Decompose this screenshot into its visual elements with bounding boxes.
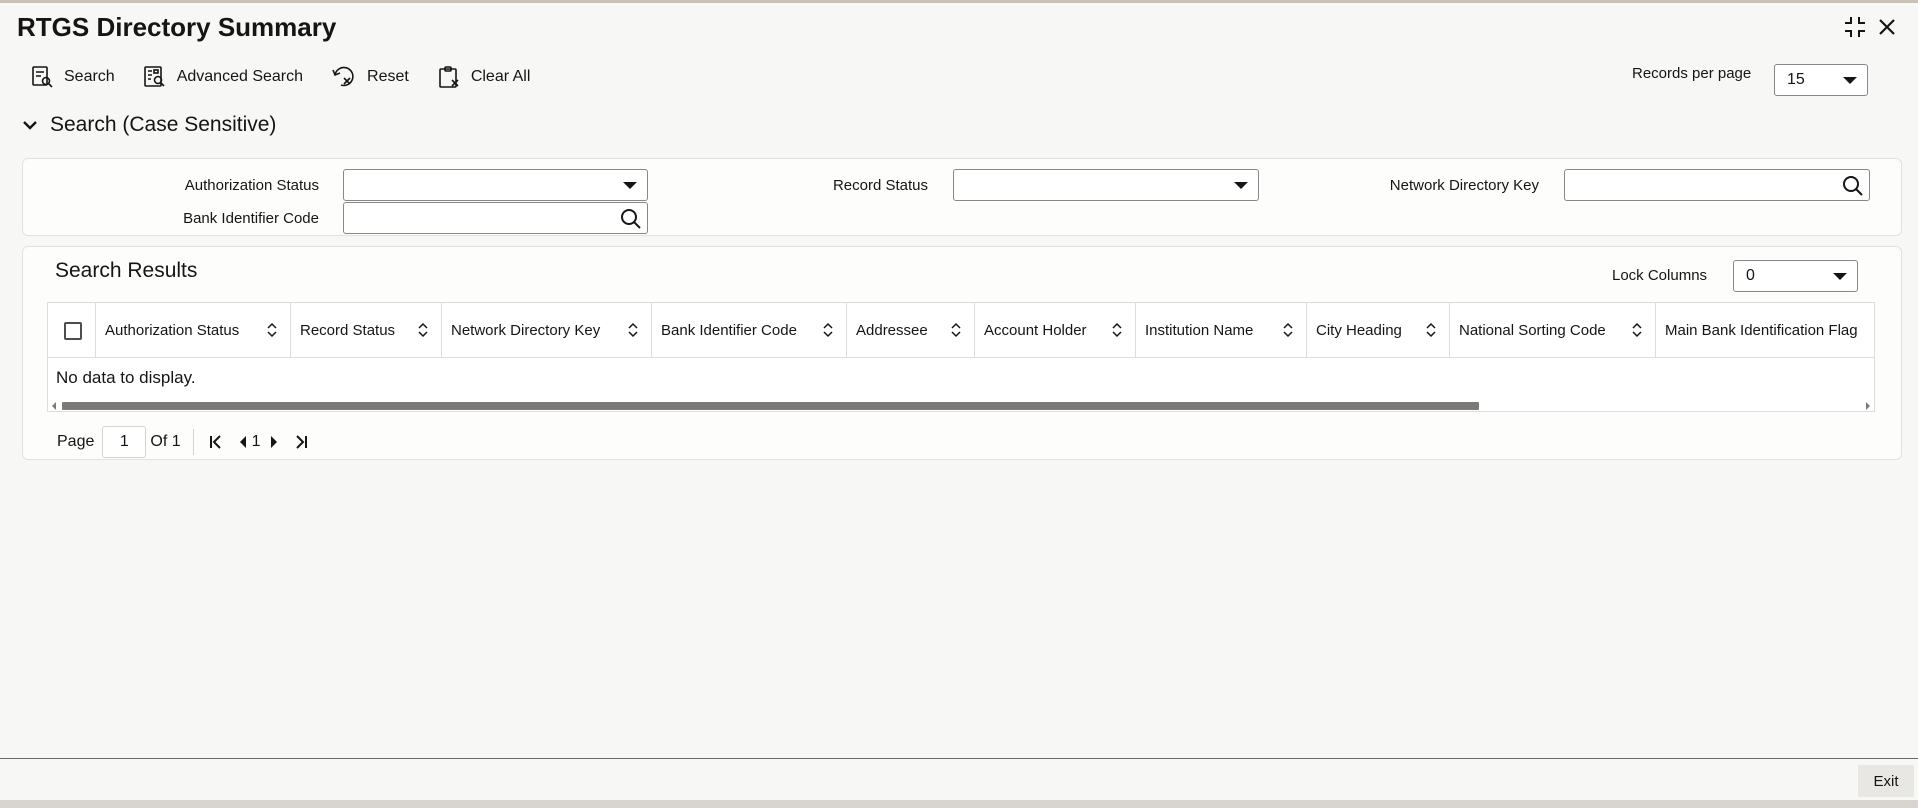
search-icon[interactable] [1841,174,1865,198]
search-section-toggle[interactable]: Search (Case Sensitive) [22,113,276,137]
sort-icon[interactable] [1111,322,1123,338]
empty-message: No data to display. [56,368,196,387]
column-header-network-directory-key[interactable]: Network Directory Key [442,303,652,358]
maximize-icon[interactable] [1842,14,1868,40]
lock-columns-value: 0 [1746,267,1755,284]
clear-all-button-label: Clear All [470,68,531,85]
exit-button[interactable]: Exit [1858,765,1914,797]
column-header-addressee[interactable]: Addressee [847,303,975,358]
bank-identifier-code-label: Bank Identifier Code [183,210,319,227]
column-label: Institution Name [1145,322,1254,339]
chevron-down-icon [1843,77,1857,84]
last-page-button[interactable] [293,434,309,450]
first-page-icon [209,435,221,449]
column-label: Account Holder [984,322,1087,339]
column-header-national-sorting-code[interactable]: National Sorting Code [1450,303,1656,358]
advanced-search-icon [143,66,165,87]
column-label: Addressee [856,322,928,339]
sort-icon[interactable] [822,322,834,338]
scrollbar-thumb[interactable] [62,402,1479,410]
select-all-column [48,303,96,358]
sort-icon[interactable] [1425,322,1437,338]
pagination: Page 1 Of 1 1 [57,425,309,459]
top-border [0,0,1918,3]
reset-button-label: Reset [367,68,409,85]
search-doc-icon [32,66,53,88]
chevron-down-icon [1234,182,1248,189]
column-label: Record Status [300,322,396,339]
advanced-search-button[interactable]: Advanced Search [143,65,303,89]
last-page-icon [295,435,307,449]
clear-all-button[interactable]: Clear All [437,65,531,89]
next-page-icon [270,436,277,448]
column-label: Bank Identifier Code [661,322,797,339]
authorization-status-label: Authorization Status [184,177,319,194]
page-number-input[interactable]: 1 [102,426,147,458]
authorization-status-select[interactable] [343,169,648,201]
clear-all-icon [439,66,459,88]
column-header-authorization-status[interactable]: Authorization Status [96,303,291,358]
close-icon[interactable] [1874,14,1900,40]
column-label: Main Bank Identification Flag [1665,322,1858,339]
column-label: City Heading [1316,322,1402,339]
sort-icon[interactable] [266,322,278,338]
lock-columns-select[interactable]: 0 [1733,260,1858,292]
previous-page-button[interactable] [238,435,248,449]
search-button[interactable]: Search [30,65,115,89]
toolbar: Search Advanced Search Reset Clear All [30,62,558,92]
column-header-record-status[interactable]: Record Status [291,303,442,358]
current-page-number: 1 [251,433,261,450]
sort-icon[interactable] [950,322,962,338]
record-status-label: Record Status [832,177,928,194]
lock-columns-label: Lock Columns [1612,267,1708,284]
search-panel: Authorization Status Record Status Netwo… [22,158,1902,236]
sort-icon[interactable] [1282,322,1294,338]
column-label: National Sorting Code [1459,322,1606,339]
column-header-institution-name[interactable]: Institution Name [1136,303,1307,358]
network-directory-key-label: Network Directory Key [1389,177,1539,194]
column-header-bank-identifier-code[interactable]: Bank Identifier Code [652,303,847,358]
column-label: Authorization Status [105,322,240,339]
records-per-page-select[interactable]: 15 [1774,64,1868,96]
sort-icon[interactable] [417,322,429,338]
reset-icon [332,66,354,87]
advanced-search-button-label: Advanced Search [176,68,304,85]
page-label: Page [57,433,95,450]
chevron-down-icon [23,121,37,130]
column-header-city-heading[interactable]: City Heading [1307,303,1450,358]
records-per-page-label: Records per page [1632,65,1752,82]
reset-button[interactable]: Reset [331,65,409,89]
scroll-right-icon[interactable] [1864,401,1872,411]
footer-divider [0,758,1918,759]
bottom-band [0,800,1918,808]
horizontal-scrollbar[interactable] [48,398,1874,411]
next-page-button[interactable] [269,435,279,449]
column-header-main-bank-identification-flag[interactable]: Main Bank Identification Flag [1656,303,1874,358]
records-per-page-value: 15 [1787,71,1805,88]
sort-icon[interactable] [627,322,639,338]
previous-page-icon [239,436,246,448]
chevron-down-icon [623,182,637,189]
table-header: Authorization Status Record Status Netwo… [48,303,1874,358]
scroll-left-icon[interactable] [50,401,58,411]
column-header-account-holder[interactable]: Account Holder [975,303,1136,358]
search-icon[interactable] [619,207,643,231]
page-title: RTGS Directory Summary [17,12,337,42]
select-all-checkbox[interactable] [64,322,82,340]
pager-divider [192,429,194,455]
bank-identifier-code-input[interactable] [343,202,648,234]
network-directory-key-input[interactable] [1564,169,1870,201]
results-table: Authorization Status Record Status Netwo… [47,302,1875,412]
search-section-title: Search (Case Sensitive) [50,113,277,136]
sort-icon[interactable] [1631,322,1643,338]
search-results-panel: Search Results Lock Columns 0 Authorizat… [22,246,1902,460]
chevron-down-icon [1833,273,1847,280]
search-button-label: Search [64,68,115,85]
page-of-label: Of 1 [150,433,181,450]
first-page-button[interactable] [208,434,224,450]
record-status-select[interactable] [953,169,1259,201]
column-label: Network Directory Key [451,322,601,339]
search-results-title: Search Results [55,259,198,282]
